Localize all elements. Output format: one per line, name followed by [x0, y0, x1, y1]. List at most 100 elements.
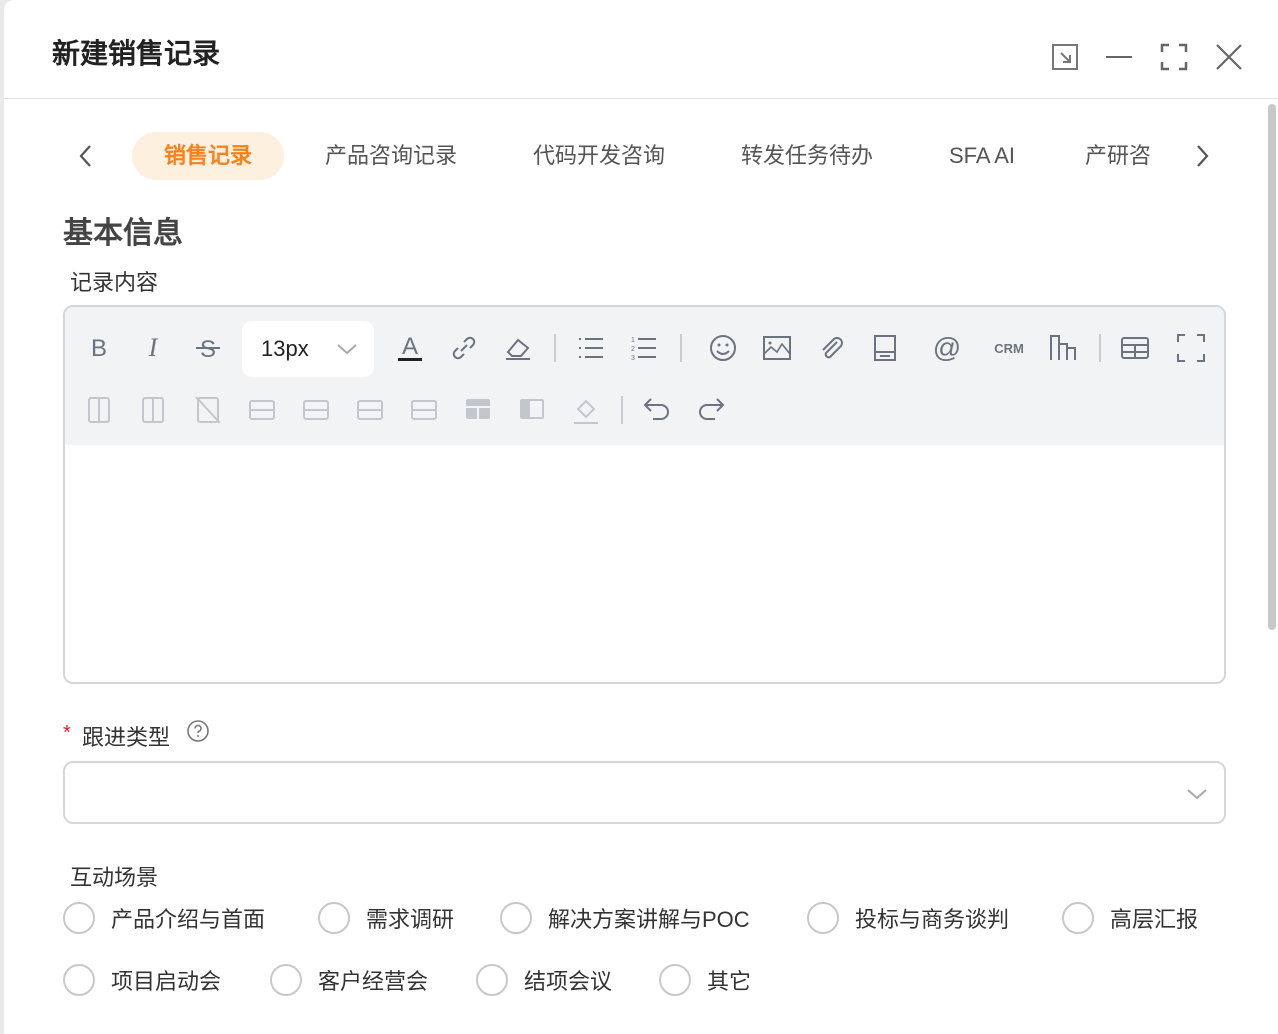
tab-sfa-ai[interactable]: SFA AI [949, 132, 1015, 180]
chart-button[interactable] [1047, 332, 1079, 364]
tab-sales-record[interactable]: 销售记录 [132, 132, 285, 180]
redo-icon [699, 398, 725, 420]
radio-circle[interactable] [1062, 902, 1094, 934]
svg-text:1: 1 [631, 337, 635, 344]
radio-circle[interactable] [807, 902, 839, 934]
scene-radio-option[interactable]: 解决方案讲解与POC [500, 902, 750, 934]
insert-column-left-button[interactable] [83, 393, 115, 425]
insert-row-above-button[interactable] [246, 393, 278, 425]
italic-button[interactable]: I [137, 332, 169, 364]
editor-content-area[interactable] [65, 445, 1224, 682]
color-icon: A [398, 333, 422, 361]
cell-background-button[interactable] [570, 393, 602, 425]
font-color-button[interactable]: A [394, 332, 426, 364]
shrink-icon [1052, 44, 1078, 70]
bold-button[interactable]: B [83, 332, 115, 364]
cloud-drive-button[interactable] [869, 332, 901, 364]
radio-label: 投标与商务谈判 [855, 907, 1010, 932]
toolbar-separator [1099, 334, 1101, 362]
undo-icon [643, 398, 669, 420]
follow-type-select[interactable] [63, 761, 1226, 824]
drive-icon [874, 335, 896, 361]
minimize-button[interactable] [1102, 40, 1136, 74]
undo-button[interactable] [641, 393, 673, 425]
crm-icon: CRM [994, 340, 1024, 356]
close-button[interactable] [1212, 40, 1246, 74]
insert-column-right-button[interactable] [137, 393, 169, 425]
full-icon [1177, 334, 1205, 362]
svg-text:I: I [148, 333, 159, 362]
table-button[interactable] [1119, 332, 1151, 364]
maximize-button[interactable] [1157, 40, 1191, 74]
italic-icon: I [148, 333, 159, 362]
ol-icon: 1 2 3 [631, 337, 656, 362]
scene-radio-option[interactable]: 结项会议 [476, 964, 612, 996]
delete-table-button[interactable] [408, 393, 440, 425]
scrollbar[interactable] [1268, 104, 1276, 630]
merge-cells-button[interactable] [462, 393, 494, 425]
font-size-value: 13px [261, 336, 309, 361]
scene-radio-option[interactable]: 客户经营会 [270, 964, 428, 996]
chart-icon [1050, 335, 1076, 360]
record-content-label: 记录内容 [70, 270, 159, 295]
minus-icon [1106, 56, 1132, 58]
tab-rd-consult[interactable]: 产研咨 [1085, 132, 1151, 180]
tab-forward-todo[interactable]: 转发任务待办 [741, 132, 873, 180]
insert-row-below-button[interactable] [300, 393, 332, 425]
mention-button[interactable]: @ [931, 332, 963, 364]
chevron-down-icon [337, 344, 357, 355]
radio-circle[interactable] [476, 964, 508, 996]
radio-label: 产品介绍与首面 [111, 907, 266, 932]
radio-circle[interactable] [63, 902, 95, 934]
delete-column-button[interactable] [192, 393, 224, 425]
required-mark: * [63, 722, 71, 744]
numbered-list-button[interactable]: 1 2 3 [628, 332, 660, 364]
tabs-prev-button[interactable] [76, 142, 96, 175]
chevron-left-icon [79, 145, 91, 167]
bullet-list-button[interactable] [575, 332, 607, 364]
scene-radio-option[interactable]: 投标与商务谈判 [807, 902, 1009, 934]
table-header-button[interactable] [516, 393, 548, 425]
dialog-title: 新建销售记录 [52, 38, 221, 69]
disr-icon [249, 400, 275, 420]
scene-radio-option[interactable]: 其它 [659, 964, 751, 996]
attachment-button[interactable] [815, 332, 847, 364]
fullscreen-button[interactable] [1175, 332, 1207, 364]
strikethrough-button[interactable]: S [192, 332, 224, 364]
svg-text:B: B [91, 335, 107, 362]
radio-circle[interactable] [659, 964, 691, 996]
radio-circle[interactable] [270, 964, 302, 996]
tab-product-consult[interactable]: 产品咨询记录 [325, 132, 457, 180]
clear-format-button[interactable] [502, 332, 534, 364]
scene-radio-option[interactable]: 需求调研 [318, 902, 454, 934]
redo-button[interactable] [695, 393, 727, 425]
toolbar-separator [621, 396, 623, 424]
at-icon: @ [933, 332, 961, 363]
image-button[interactable] [761, 332, 793, 364]
link-button[interactable] [448, 332, 480, 364]
minimize-to-corner-button[interactable] [1048, 40, 1082, 74]
radio-circle[interactable] [500, 902, 532, 934]
radio-label: 项目启动会 [111, 969, 222, 994]
chevron-down-icon [1187, 789, 1207, 800]
disr-icon [411, 400, 437, 420]
radio-circle[interactable] [63, 964, 95, 996]
bucket-icon [574, 399, 598, 424]
interaction-scene-label: 互动场景 [70, 865, 159, 890]
tabs-next-button[interactable] [1192, 142, 1212, 175]
delete-row-button[interactable] [354, 393, 386, 425]
link-icon [452, 336, 476, 360]
tab-code-dev-consult[interactable]: 代码开发咨询 [533, 132, 665, 180]
scene-radio-option[interactable]: 项目启动会 [63, 964, 221, 996]
scene-radio-option[interactable]: 高层汇报 [1062, 902, 1198, 934]
svg-text:2: 2 [631, 346, 635, 353]
help-icon[interactable] [186, 719, 210, 748]
radio-circle[interactable] [318, 902, 350, 934]
chevron-right-icon [1197, 145, 1209, 167]
scene-radio-option[interactable]: 产品介绍与首面 [63, 902, 265, 934]
disx-icon [195, 396, 221, 424]
font-size-select[interactable]: 13px [242, 321, 374, 377]
crm-button[interactable]: CRM [993, 332, 1025, 364]
emoji-button[interactable] [707, 332, 739, 364]
rich-text-editor: 13px B I S A 1 2 3 @ CRM [63, 305, 1226, 684]
